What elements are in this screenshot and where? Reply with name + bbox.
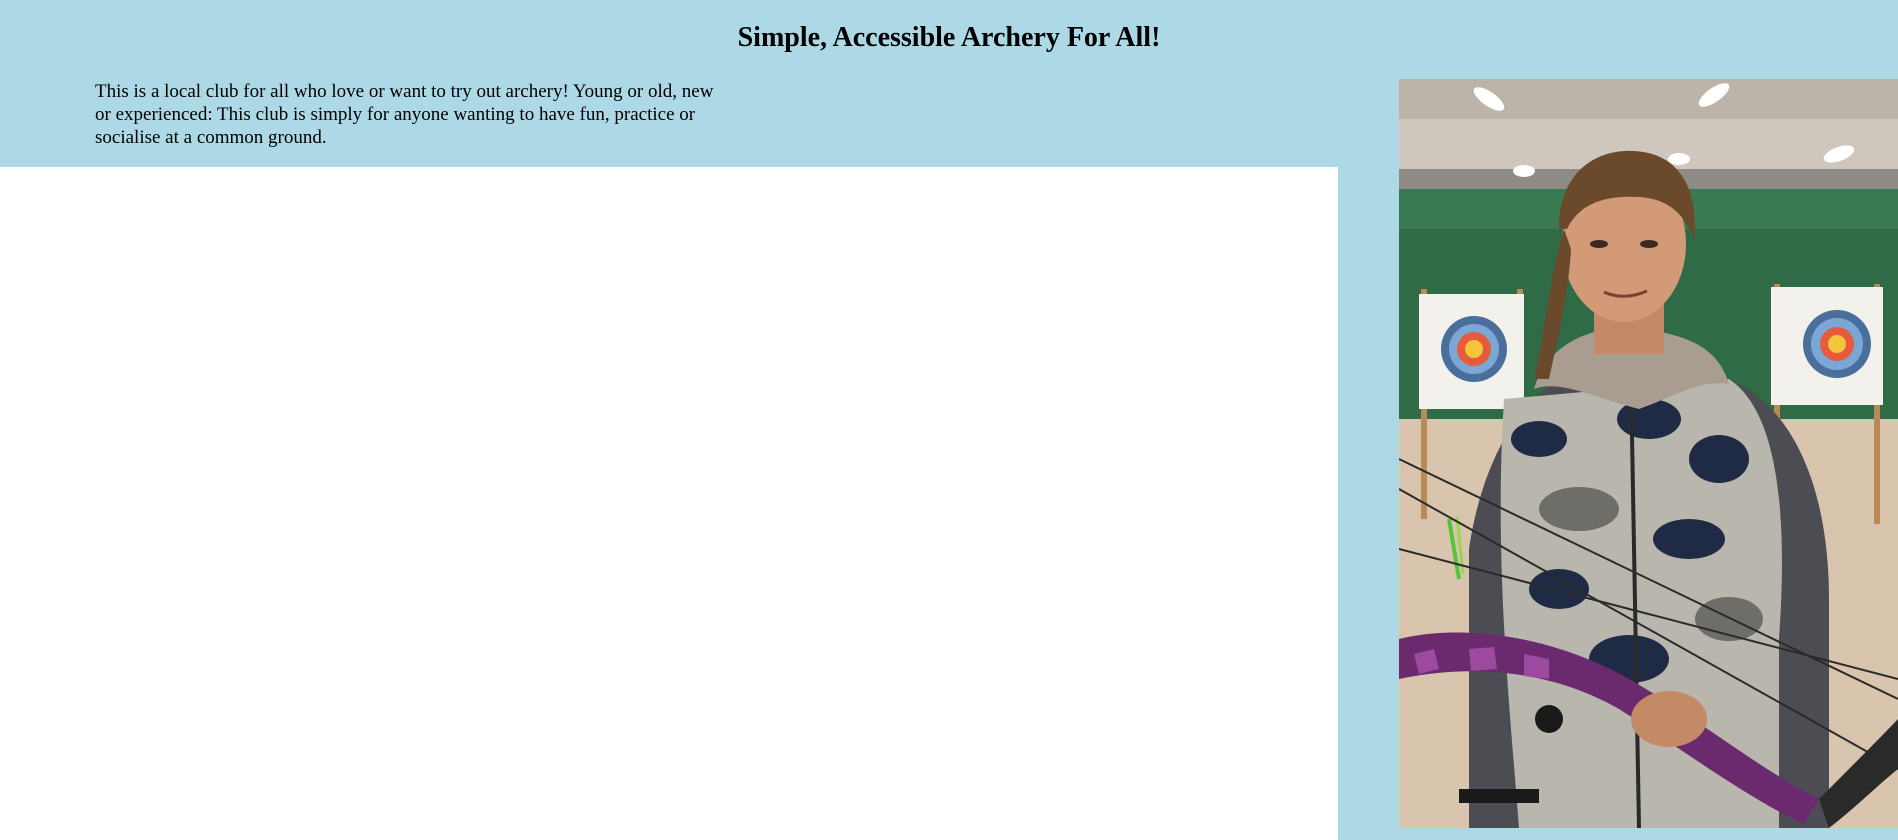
intro-paragraph: This is a local club for all who love or… [95,81,714,148]
hero-photo [1399,79,1898,828]
page-title: Simple, Accessible Archery For All! [737,22,1161,53]
archer-photo-illustration [1399,79,1898,828]
page: Simple, Accessible Archery For All! This… [0,0,1898,840]
